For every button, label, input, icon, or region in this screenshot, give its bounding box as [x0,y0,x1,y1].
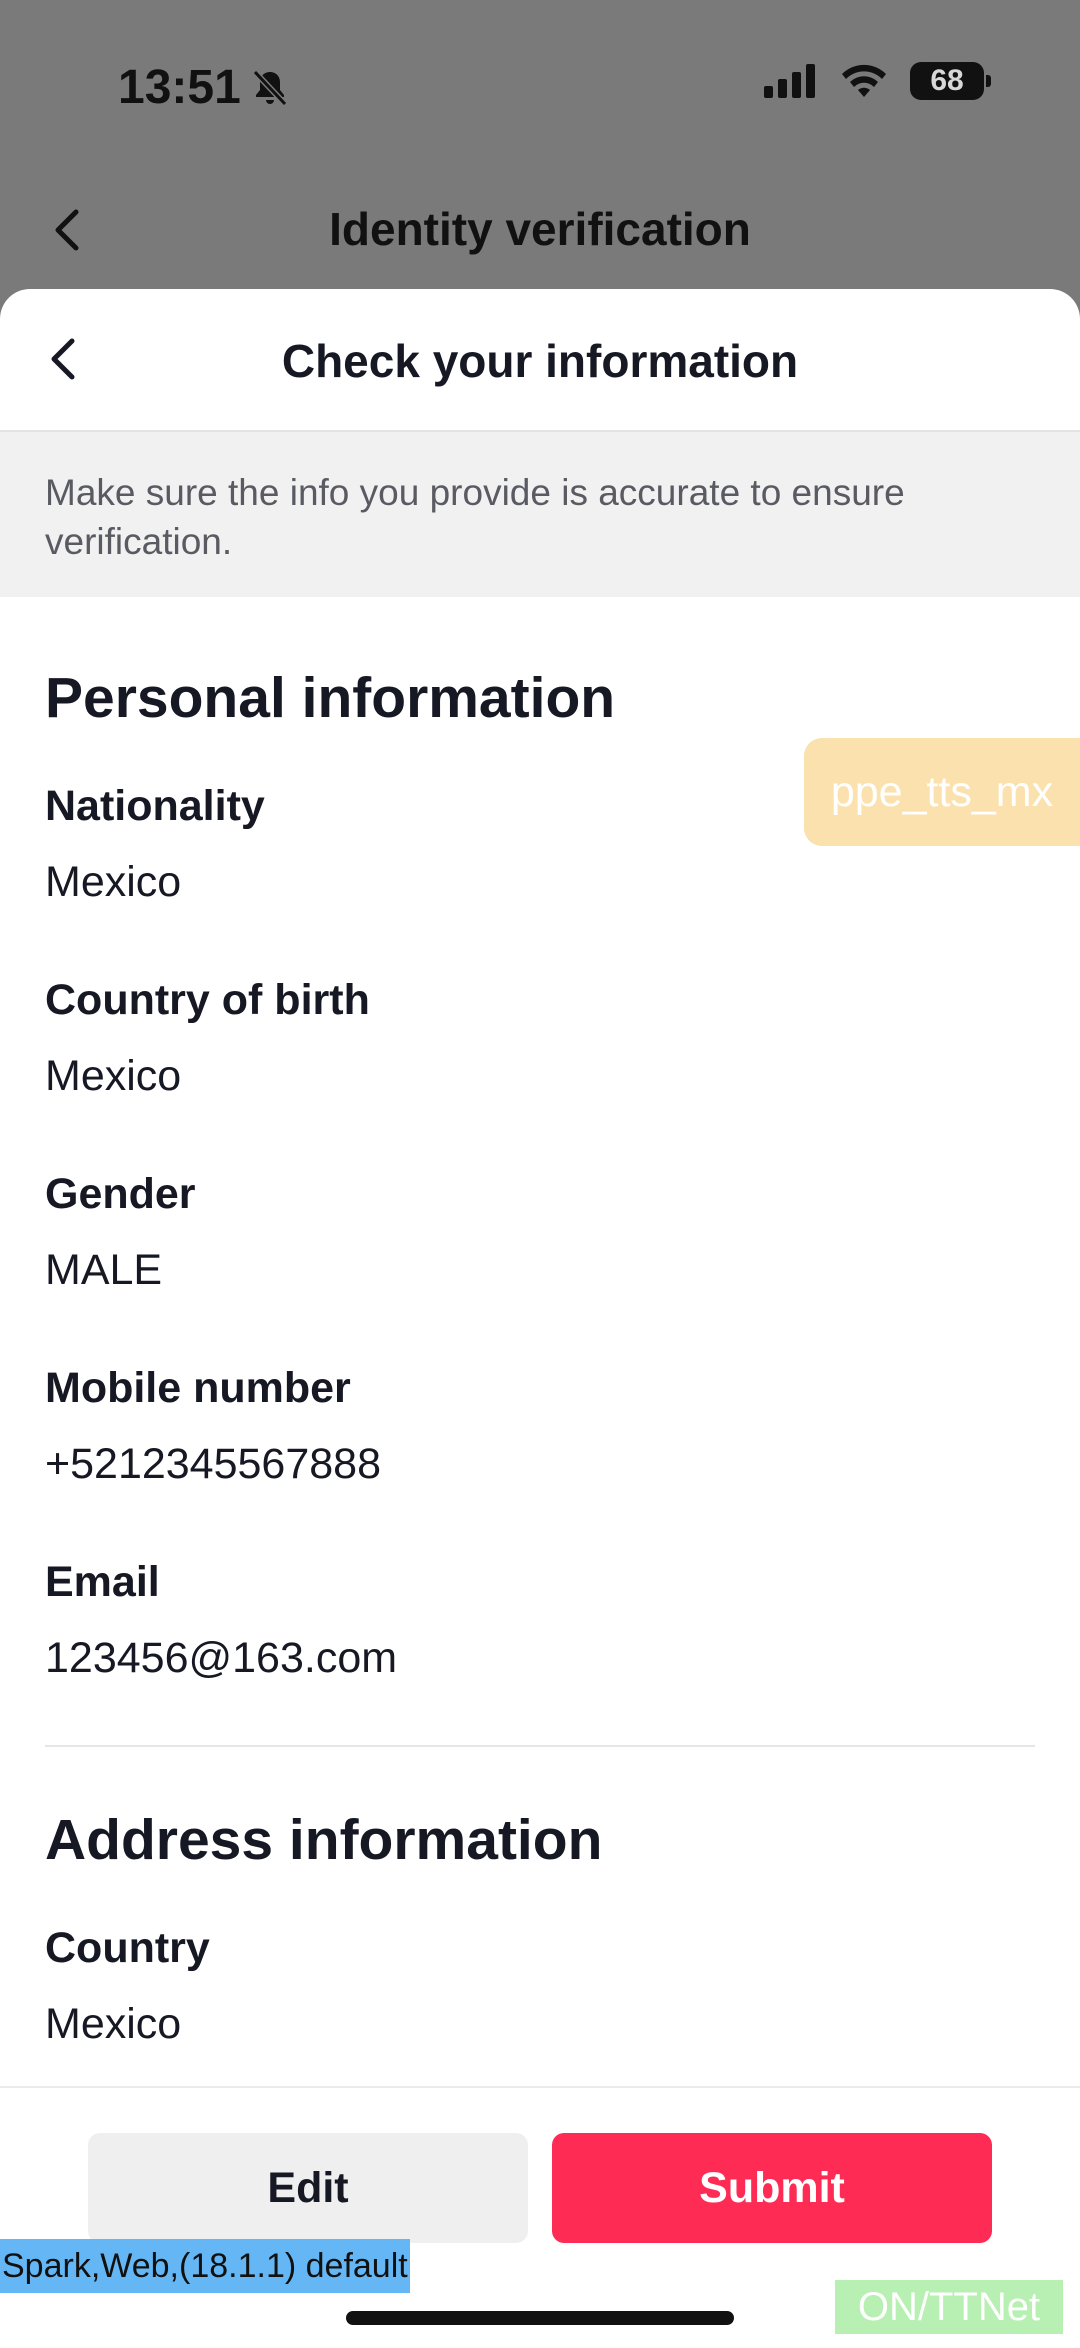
status-bar: 13:51 68 [0,0,1080,180]
field-value: Mexico [45,2000,182,2048]
field-email: Email 123456@163.com [45,1555,1035,1685]
battery-icon: 68 [910,62,991,100]
bell-muted-icon [252,69,287,106]
edit-button[interactable]: Edit [88,2133,528,2243]
network-label: ON/TTNet [835,2280,1063,2334]
field-gender: Gender MALE [45,1167,1035,1297]
field-label: Gender [45,1170,196,1218]
submit-button[interactable]: Submit [552,2133,992,2243]
background-page-title: Identity verification [329,203,751,255]
cellular-signal-icon [764,64,815,98]
check-information-sheet: Check your information Make sure the inf… [0,289,1080,2348]
sheet-content: Personal information Nationality Mexico … [0,665,1080,2051]
wifi-icon [842,64,886,97]
environment-tag: ppe_tts_mx [804,738,1080,846]
field-value: Mexico [45,858,182,906]
field-country-of-birth: Country of birth Mexico [45,973,1035,1103]
sheet-title: Check your information [281,335,799,387]
section-divider [45,1745,1035,1747]
field-label: Mobile number [45,1364,351,1412]
field-value: 123456@163.com [45,1634,398,1682]
field-label: Country of birth [45,976,370,1024]
debug-build-label: Spark,Web,(18.1.1) default [0,2239,410,2293]
address-section-title: Address information [45,1808,603,1872]
background-header: Identity verification [0,180,1080,280]
personal-section-title: Personal information [45,666,616,730]
field-label: Country [45,1924,210,1972]
field-value: +5212345567888 [45,1440,382,1488]
status-time: 13:51 [118,61,241,114]
field-country: Country Mexico [45,1921,1035,2051]
sheet-header: Check your information [0,289,1080,432]
status-time-group: 13:51 [118,60,289,115]
battery-level: 68 [930,64,964,97]
field-value: MALE [45,1246,163,1294]
field-mobile-number: Mobile number +5212345567888 [45,1361,1035,1491]
notice-banner: Make sure the info you provide is accura… [0,432,1080,597]
field-label: Email [45,1558,160,1606]
field-value: Mexico [45,1052,182,1100]
home-indicator[interactable] [346,2311,734,2325]
status-icons: 68 [764,62,991,100]
